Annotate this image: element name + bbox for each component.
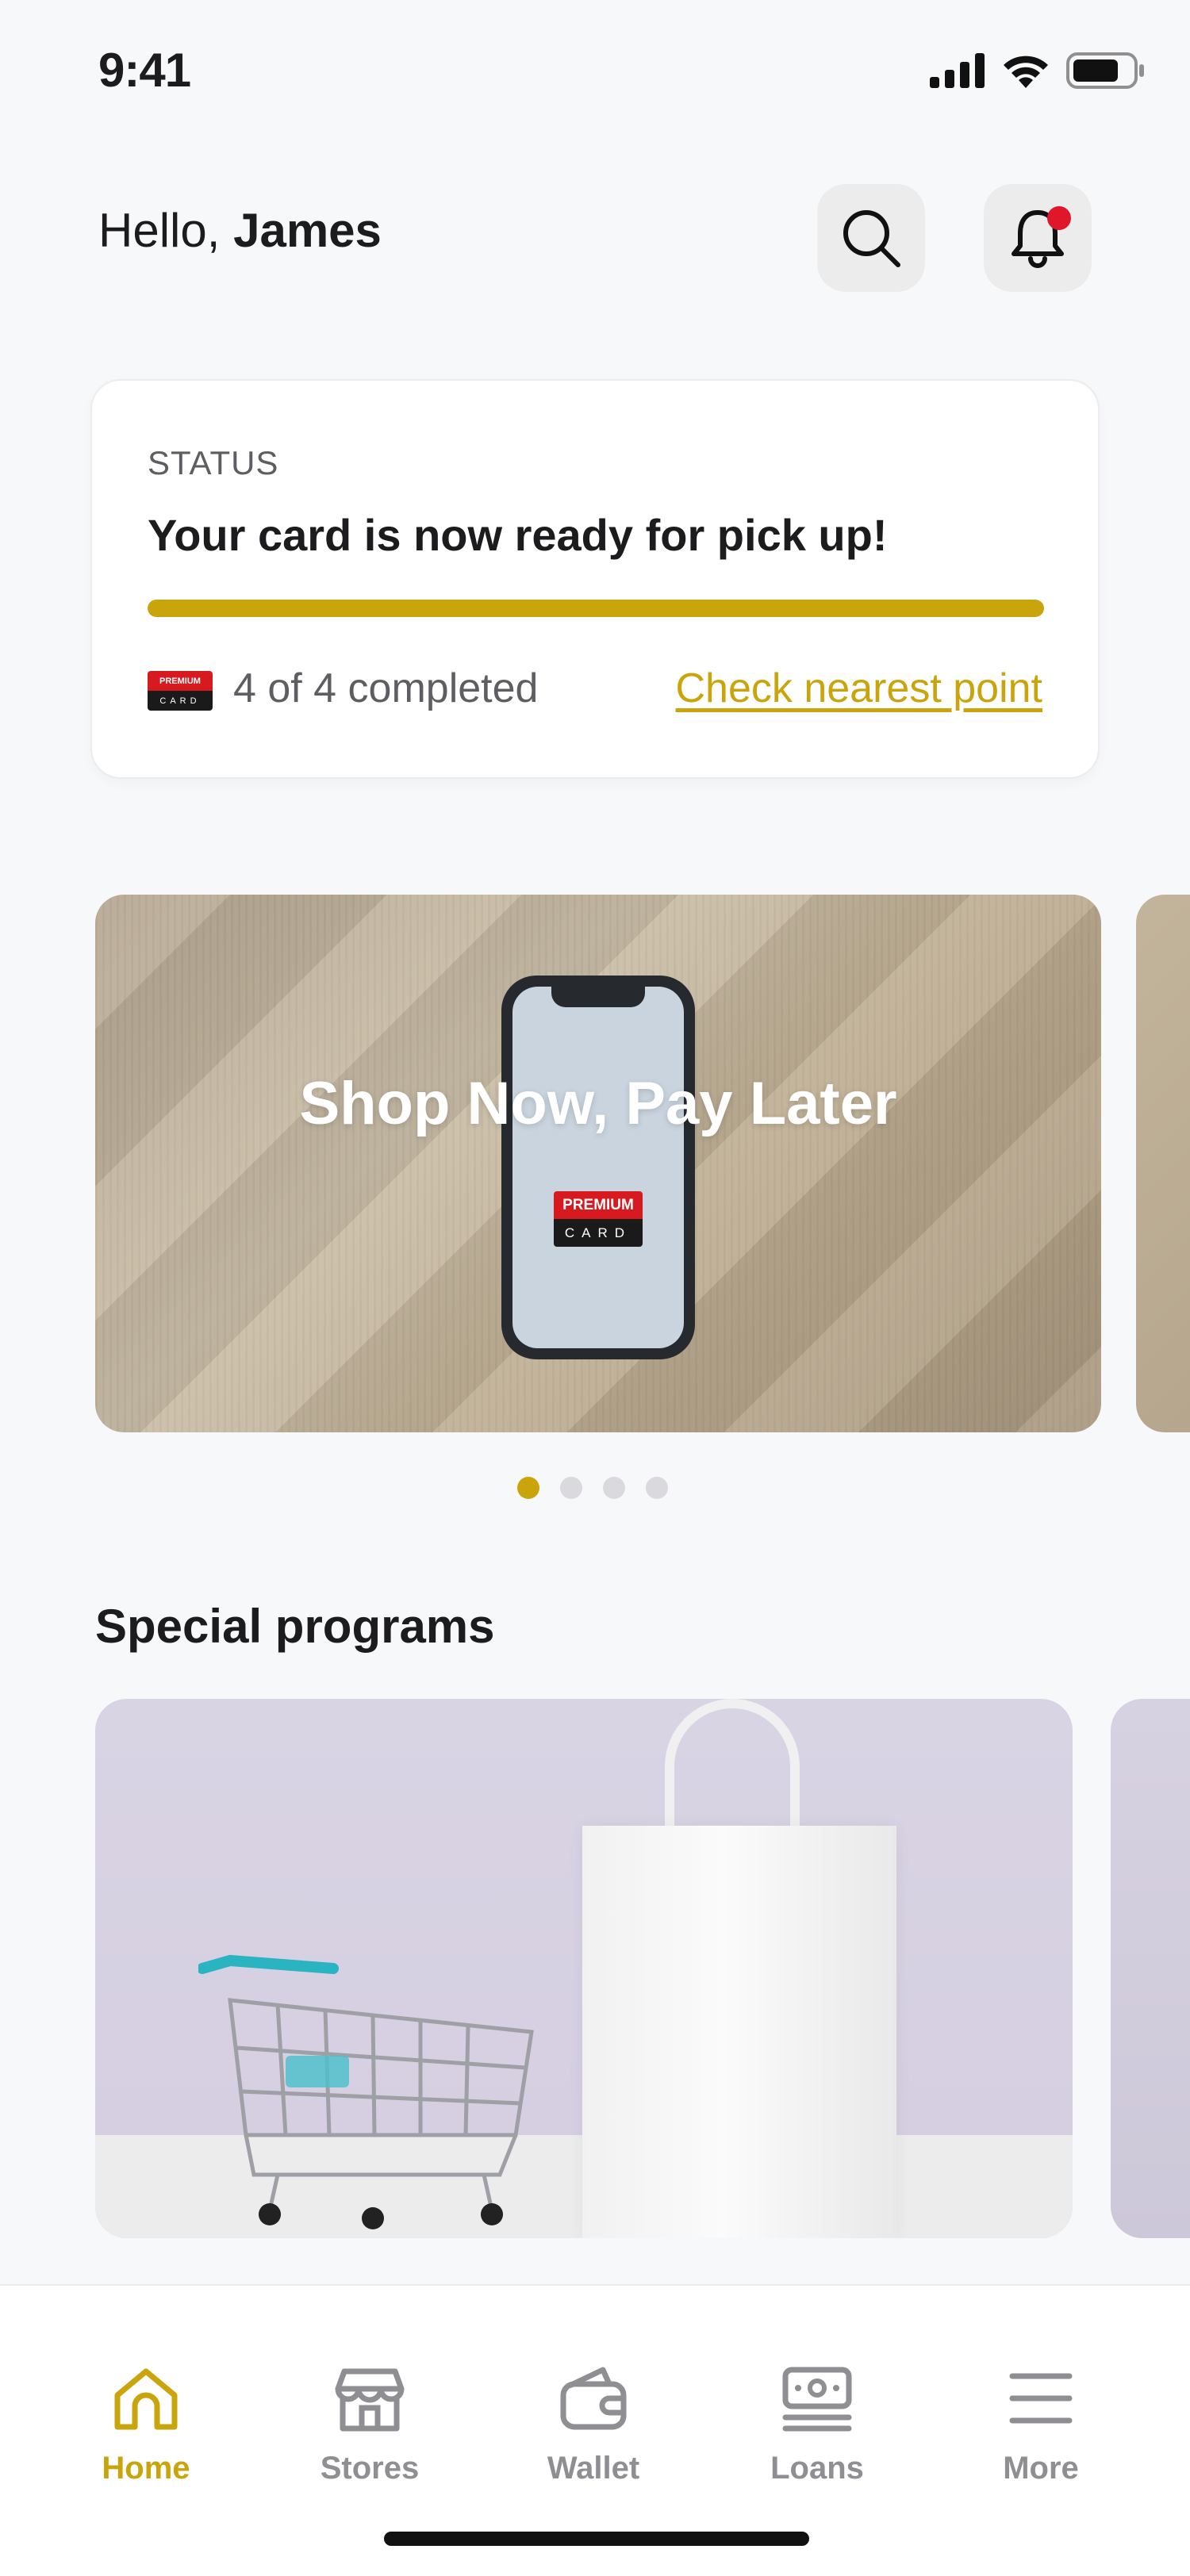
special-programs-title: Special programs [95, 1600, 495, 1653]
shopping-bag-image [582, 1826, 896, 2238]
carousel-dot[interactable] [646, 1477, 668, 1499]
banner-title: Shop Now, Pay Later [299, 1070, 897, 1137]
logo-bottom-text: CARD [148, 691, 213, 711]
home-indicator [384, 2532, 809, 2546]
wifi-icon [1004, 56, 1048, 88]
loans-icon [782, 2367, 852, 2432]
notifications-button[interactable] [984, 184, 1092, 292]
carousel-pagination [517, 1477, 668, 1499]
tab-label: Loans [770, 2451, 864, 2486]
battery-icon [1066, 52, 1144, 89]
status-label: STATUS [148, 444, 279, 481]
status-bar-time: 9:41 [98, 44, 191, 97]
user-name: James [233, 204, 382, 257]
tab-bar: Home Stores Wallet Loans More [0, 2284, 1190, 2576]
greeting: Hello, James [98, 203, 382, 258]
phone-logo-bottom-text: CARD [554, 1219, 643, 1247]
progress-bar [148, 600, 1044, 617]
cellular-signal-icon [930, 53, 985, 88]
notification-badge [1047, 206, 1071, 230]
carousel-dot[interactable] [517, 1477, 539, 1499]
shopping-cart-image [198, 1954, 534, 2229]
completed-count: 4 of 4 completed [233, 665, 539, 711]
store-icon [335, 2368, 405, 2432]
promo-banner[interactable]: PREMIUM CARD Shop Now, Pay Later [95, 895, 1101, 1432]
next-banner-peek[interactable] [1136, 895, 1190, 1432]
tab-loans[interactable]: Loans [738, 2362, 896, 2486]
tab-home[interactable]: Home [67, 2362, 225, 2486]
tab-label: More [1003, 2451, 1079, 2486]
check-nearest-point-link[interactable]: Check nearest point [676, 665, 1043, 712]
carousel-dot[interactable] [603, 1477, 625, 1499]
home-icon [114, 2368, 178, 2430]
status-card: STATUS Your card is now ready for pick u… [92, 381, 1098, 777]
tab-label: Stores [320, 2451, 420, 2486]
wallet-icon [560, 2367, 627, 2430]
status-bar-icons [930, 52, 1146, 89]
progress-bar-fill [148, 600, 1044, 617]
status-title: Your card is now ready for pick up! [148, 510, 888, 560]
phone-premium-card-logo: PREMIUM CARD [554, 1191, 643, 1247]
logo-top-text: PREMIUM [148, 671, 213, 691]
carousel-dot[interactable] [560, 1477, 582, 1499]
phone-image: PREMIUM CARD [501, 976, 695, 1359]
tab-label: Home [102, 2451, 190, 2486]
tab-label: Wallet [547, 2451, 640, 2486]
phone-logo-top-text: PREMIUM [554, 1191, 643, 1219]
tab-wallet[interactable]: Wallet [514, 2362, 673, 2486]
program-card[interactable] [95, 1699, 1073, 2238]
menu-icon [1009, 2373, 1073, 2424]
tab-stores[interactable]: Stores [290, 2362, 449, 2486]
search-button[interactable] [817, 184, 925, 292]
search-icon [843, 210, 900, 267]
tab-more[interactable]: More [962, 2362, 1120, 2486]
next-program-peek[interactable] [1111, 1699, 1190, 2238]
greeting-prefix: Hello, [98, 204, 221, 257]
premium-card-logo: PREMIUM CARD [148, 671, 213, 711]
